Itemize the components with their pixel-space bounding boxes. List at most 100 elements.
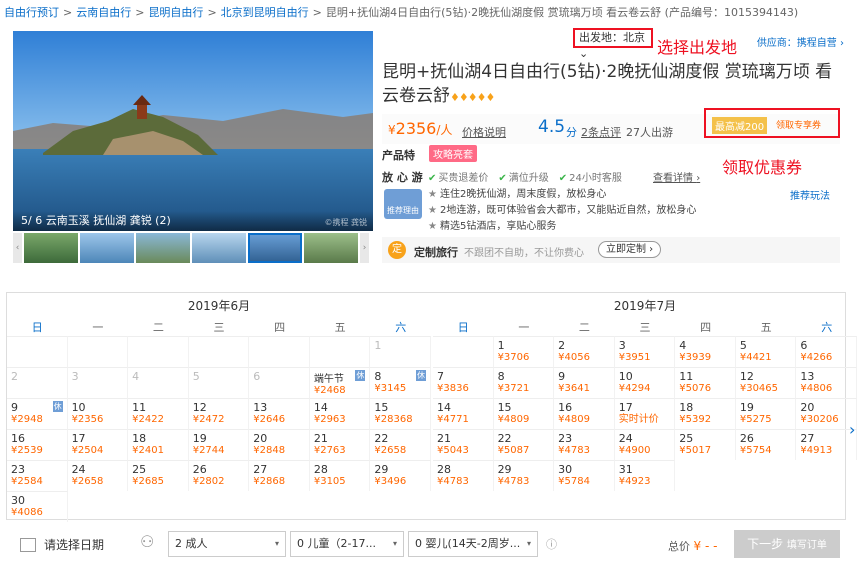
- thumbnail[interactable]: [136, 233, 190, 263]
- infants-select[interactable]: 0 婴儿(14天-2周岁... ▾: [408, 531, 538, 557]
- calendar-day[interactable]: 28 ¥3105: [309, 460, 371, 491]
- calendar-day[interactable]: 22 ¥2658: [370, 429, 431, 460]
- breadcrumb-link[interactable]: 自由行预订: [4, 6, 59, 19]
- thumbnail[interactable]: [192, 233, 246, 263]
- calendar-day[interactable]: 22 ¥5087: [493, 429, 555, 460]
- calendar-day[interactable]: 6 ¥4266: [796, 336, 857, 367]
- calendar-day[interactable]: 11 ¥5076: [675, 367, 736, 398]
- breadcrumb-link[interactable]: 云南自由行: [76, 6, 131, 19]
- calendar-day[interactable]: 20 ¥2848: [249, 429, 310, 460]
- chevron-right-icon: ›: [840, 38, 844, 49]
- calendar-day[interactable]: 2 ¥4056: [554, 336, 615, 367]
- thumbnail[interactable]: [304, 233, 358, 263]
- calendar-day[interactable]: 15 ¥28368: [370, 398, 431, 429]
- calendar-day[interactable]: 29 ¥4783: [493, 460, 555, 491]
- day-price: ¥4809: [497, 414, 530, 425]
- holiday-rest-badge: 休: [416, 370, 426, 381]
- calendar-day[interactable]: 27 ¥4913: [796, 429, 857, 460]
- calendar-day[interactable]: 1 ¥3706: [493, 336, 555, 367]
- calendar-day[interactable]: 31 ¥4923: [614, 460, 676, 491]
- calendar-day[interactable]: 18 ¥2401: [128, 429, 189, 460]
- calendar-day[interactable]: 5 ¥4421: [735, 336, 797, 367]
- calendar-day[interactable]: 9 ¥3641: [554, 367, 615, 398]
- calendar-day[interactable]: 21 ¥5043: [433, 429, 494, 460]
- calendar-day[interactable]: 30 ¥5784: [554, 460, 615, 491]
- calendar-day[interactable]: 16 ¥4809: [554, 398, 615, 429]
- recommended-play-link[interactable]: 推荐玩法: [790, 187, 830, 202]
- reviews-link[interactable]: 2条点评: [581, 124, 621, 140]
- calendar-next-arrow-icon[interactable]: ›: [849, 420, 855, 439]
- reason-text: 2地连游，既可体验省会大都市，又能贴近自然，放松身心: [439, 205, 697, 216]
- calendar-day[interactable]: 18 ¥5392: [675, 398, 736, 429]
- calendar-day[interactable]: 端午节休 ¥2468: [309, 367, 371, 398]
- calendar-day[interactable]: 3 ¥3951: [614, 336, 676, 367]
- calendar-day[interactable]: 25 ¥5017: [675, 429, 736, 460]
- children-select[interactable]: 0 儿童（2-17... ▾: [290, 531, 404, 557]
- calendar-day[interactable]: 12 ¥2472: [188, 398, 250, 429]
- holiday-label: 端午节: [313, 374, 344, 385]
- calendar-day[interactable]: 8 休 ¥3145: [370, 367, 431, 398]
- calendar-day[interactable]: 16 ¥2539: [7, 429, 68, 460]
- thumbnail-next-button[interactable]: ›: [360, 233, 369, 263]
- thumbnail-active[interactable]: [248, 233, 302, 263]
- calendar-day[interactable]: 12 ¥30465: [735, 367, 797, 398]
- calendar-day[interactable]: 29 ¥3496: [370, 460, 431, 491]
- calendar-day[interactable]: 13 ¥2646: [249, 398, 310, 429]
- date-select[interactable]: 请选择日期: [20, 536, 104, 553]
- calendar-day[interactable]: 26 ¥2802: [188, 460, 250, 491]
- calendar-day[interactable]: 13 ¥4806: [796, 367, 857, 398]
- calendar-day[interactable]: 10 ¥2356: [67, 398, 129, 429]
- travelers-count: 27人出游: [626, 126, 673, 139]
- calendar-day[interactable]: 20 ¥30206: [796, 398, 857, 429]
- price-note-link[interactable]: 价格说明: [462, 124, 506, 140]
- calendar-day[interactable]: 23 ¥4783: [554, 429, 615, 460]
- thumbnail-prev-button[interactable]: ‹: [13, 233, 22, 263]
- calendar-day[interactable]: 15 ¥4809: [493, 398, 555, 429]
- info-icon[interactable]: ⓘ: [546, 536, 557, 552]
- hero-image[interactable]: 5/ 6 云南玉溪 抚仙湖 龚锐 (2) ©携程 龚锐: [13, 31, 373, 231]
- diamond-rating-icon: ♦♦♦♦♦: [450, 91, 495, 104]
- calendar-day[interactable]: 19 ¥2744: [188, 429, 250, 460]
- calendar-day[interactable]: 28 ¥4783: [433, 460, 494, 491]
- calendar-day[interactable]: 30 ¥4086: [7, 491, 68, 522]
- calendar-day[interactable]: 14 ¥4771: [433, 398, 494, 429]
- calendar-day[interactable]: 14 ¥2963: [309, 398, 371, 429]
- calendar-day[interactable]: 17 实时计价: [614, 398, 676, 429]
- breadcrumb-link[interactable]: 北京到昆明自由行: [221, 6, 309, 19]
- next-step-button[interactable]: 下一步 填写订单: [734, 530, 840, 558]
- departure-select[interactable]: 出发地：北京 ⌄: [573, 28, 653, 60]
- coupon-box[interactable]: 最高减200 领取专享券: [704, 108, 840, 138]
- next-step-label: 下一步: [747, 537, 784, 551]
- calendar-day[interactable]: 7 ¥3836: [433, 367, 494, 398]
- day-number: 8: [497, 370, 505, 383]
- calendar-day[interactable]: 8 ¥3721: [493, 367, 555, 398]
- calendar-day[interactable]: 26 ¥5754: [735, 429, 797, 460]
- supplier-link[interactable]: 供应商：携程自营 ›: [757, 34, 844, 49]
- calendar-day[interactable]: 27 ¥2868: [249, 460, 310, 491]
- calendar-day[interactable]: 19 ¥5275: [735, 398, 797, 429]
- feature-badge[interactable]: 攻略亮套: [429, 145, 477, 162]
- breadcrumb-link[interactable]: 昆明自由行: [148, 6, 203, 19]
- thumbnail[interactable]: [24, 233, 78, 263]
- thumbnail[interactable]: [80, 233, 134, 263]
- day-number: 22: [497, 432, 512, 445]
- calendar-day[interactable]: 10 ¥4294: [614, 367, 676, 398]
- calendar-day[interactable]: 24 ¥2658: [67, 460, 129, 491]
- calendar-day[interactable]: 4 ¥3939: [675, 336, 736, 367]
- assure-detail-link[interactable]: 查看详情 ›: [653, 169, 700, 184]
- calendar-day[interactable]: 11 ¥2422: [128, 398, 189, 429]
- calendar-day[interactable]: 21 ¥2763: [309, 429, 371, 460]
- calendar-day[interactable]: 23 ¥2584: [7, 460, 68, 491]
- calendar-day[interactable]: 24 ¥4900: [614, 429, 676, 460]
- calendar-day[interactable]: 9 休 ¥2948: [7, 398, 68, 429]
- assure-item: ✔ 买贵退差价: [428, 169, 488, 184]
- calendar-day[interactable]: 25 ¥2685: [128, 460, 189, 491]
- custom-travel-button[interactable]: 立即定制 ›: [598, 241, 662, 258]
- adults-select[interactable]: 2 成人 ▾: [168, 531, 286, 557]
- weekday-label: 六: [395, 321, 407, 334]
- day-number: 9: [11, 401, 18, 414]
- calendar-day[interactable]: 17 ¥2504: [67, 429, 129, 460]
- day-number: 15: [497, 401, 512, 414]
- coupon-link[interactable]: 领取专享券: [776, 118, 821, 131]
- day-price: ¥30465: [739, 383, 779, 394]
